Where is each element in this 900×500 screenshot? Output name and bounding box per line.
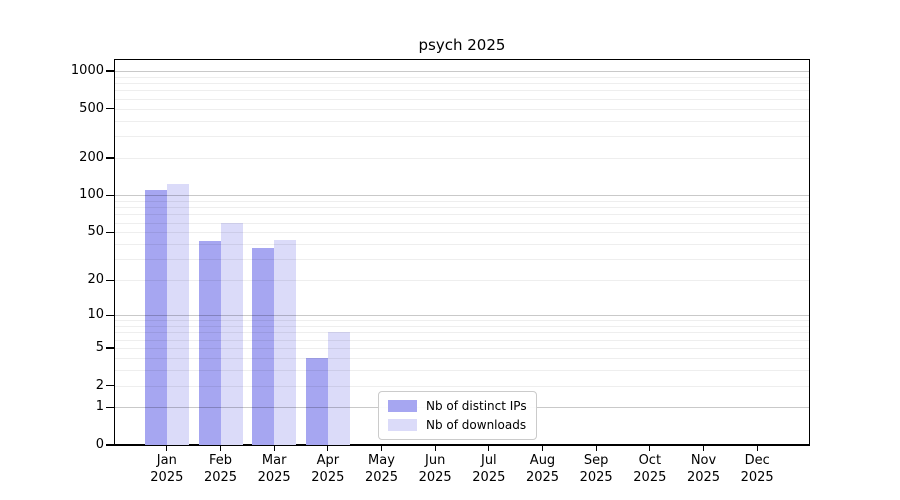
spine-left [114, 59, 115, 445]
legend-swatch [388, 400, 417, 412]
gridline-minor [115, 223, 809, 224]
y-axis-tick-label: 0 [4, 437, 104, 453]
bar-nb-of-downloads-apr-2025 [328, 332, 350, 445]
legend-label: Nb of downloads [426, 418, 526, 432]
gridline-minor [115, 370, 809, 371]
y-axis-tick-mark [106, 407, 114, 408]
y-axis-tick-mark [106, 232, 114, 233]
gridline-minor [115, 348, 809, 349]
spine-right [809, 59, 810, 445]
legend-label: Nb of distinct IPs [426, 399, 527, 413]
gridline-major [115, 71, 809, 72]
gridline-minor [115, 121, 809, 122]
gridline-minor [115, 320, 809, 321]
x-axis-tick-mark [274, 446, 275, 451]
bar-nb-of-distinct-ips-mar-2025 [252, 248, 274, 445]
gridline-major [115, 315, 809, 316]
y-axis-tick-label: 500 [4, 101, 104, 117]
y-axis-tick-mark [106, 385, 114, 386]
gridline-minor [115, 214, 809, 215]
bar-nb-of-downloads-feb-2025 [221, 223, 243, 445]
legend-item: Nb of distinct IPs [388, 399, 527, 413]
gridline-minor [115, 332, 809, 333]
y-axis-tick-label: 1 [4, 399, 104, 415]
y-axis-tick-label: 10 [4, 307, 104, 323]
x-axis-tick-mark [649, 446, 650, 451]
x-axis-tick-mark [596, 446, 597, 451]
x-axis-tick-mark [166, 446, 167, 451]
gridline-major [115, 195, 809, 196]
x-axis-tick-mark [542, 446, 543, 451]
x-axis-tick-mark [381, 446, 382, 451]
gridline-minor [115, 259, 809, 260]
legend: Nb of distinct IPs Nb of downloads [378, 391, 537, 440]
y-axis-tick-mark [106, 347, 114, 348]
gridline-minor [115, 158, 809, 159]
gridline-minor [115, 386, 809, 387]
x-axis-tick-mark [327, 446, 328, 451]
plot-area [114, 59, 810, 445]
y-axis-tick-label: 5 [4, 340, 104, 356]
legend-swatch [388, 419, 417, 431]
y-axis-tick-label: 2 [4, 378, 104, 394]
gridline-minor [115, 244, 809, 245]
figure: psych 2025 01251020501002005001000 Jan20… [0, 0, 900, 500]
legend-item: Nb of downloads [388, 418, 527, 432]
y-axis-tick-label: 1000 [4, 63, 104, 79]
gridline-minor [115, 99, 809, 100]
chart-title: psych 2025 [114, 36, 810, 54]
gridline-minor [115, 358, 809, 359]
gridline-minor [115, 207, 809, 208]
y-axis-tick-mark [106, 157, 114, 158]
y-axis-tick-label: 50 [4, 224, 104, 240]
y-axis-tick-mark [106, 195, 114, 196]
y-axis-tick-mark [106, 108, 114, 109]
gridline-minor [115, 232, 809, 233]
y-axis-tick-mark [106, 280, 114, 281]
gridline-minor [115, 280, 809, 281]
bar-nb-of-distinct-ips-apr-2025 [306, 358, 328, 445]
gridline-minor [115, 77, 809, 78]
y-axis-tick-label: 100 [4, 187, 104, 203]
y-axis-tick-label: 200 [4, 150, 104, 166]
x-axis-tick-mark [220, 446, 221, 451]
gridline-minor [115, 340, 809, 341]
gridline-minor [115, 109, 809, 110]
y-axis-tick-mark [106, 70, 114, 71]
x-axis-tick-mark [757, 446, 758, 451]
x-axis-tick-mark [488, 446, 489, 451]
y-axis-tick-label: 20 [4, 272, 104, 288]
gridline-minor [115, 201, 809, 202]
bar-nb-of-downloads-mar-2025 [274, 240, 296, 445]
x-axis-tick-mark [703, 446, 704, 451]
gridline-minor [115, 326, 809, 327]
bar-nb-of-distinct-ips-feb-2025 [199, 241, 221, 445]
y-axis-tick-mark [106, 444, 114, 445]
y-axis-tick-mark [106, 315, 114, 316]
x-axis-tick-label: Dec2025 [725, 452, 789, 486]
x-axis-tick-mark [435, 446, 436, 451]
spine-top [114, 59, 810, 60]
gridline-minor [115, 83, 809, 84]
gridline-minor [115, 136, 809, 137]
gridline-minor [115, 90, 809, 91]
